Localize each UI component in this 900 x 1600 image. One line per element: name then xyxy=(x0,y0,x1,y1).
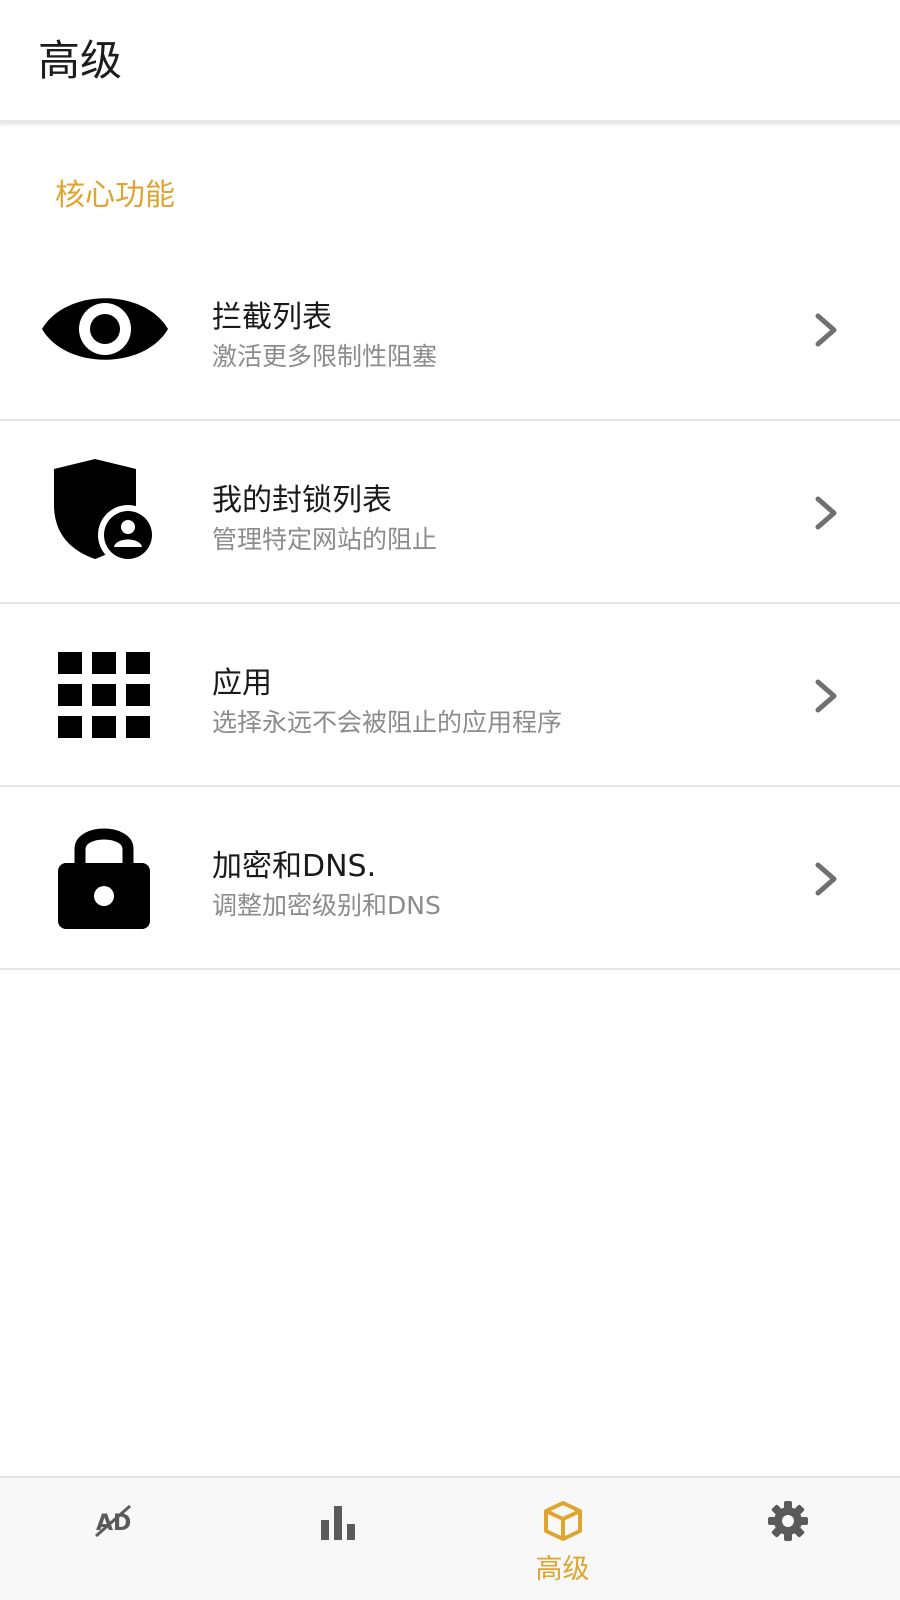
list-item-apps[interactable]: 应用 选择永远不会被阻止的应用程序 xyxy=(0,604,900,787)
box-icon xyxy=(542,1500,584,1542)
advanced-screen: 高级 核心功能 拦截列表 激活更多限制性阻塞 我的封锁列表 管理特定网站的阻止 … xyxy=(0,0,900,1600)
lock-icon xyxy=(40,828,170,929)
list-item-title: 拦截列表 xyxy=(212,300,332,335)
app-bar: 高级 xyxy=(0,0,900,124)
list-item-subtitle: 激活更多限制性阻塞 xyxy=(212,342,438,371)
feature-list: 拦截列表 激活更多限制性阻塞 我的封锁列表 管理特定网站的阻止 应用 选择永远不… xyxy=(0,238,900,970)
list-item-subtitle: 选择永远不会被阻止的应用程序 xyxy=(212,708,563,737)
gear-icon xyxy=(767,1500,809,1542)
section-header-core-features: 核心功能 xyxy=(55,178,175,213)
list-item-title: 加密和DNS. xyxy=(212,849,377,884)
chevron-right-icon xyxy=(812,495,842,531)
list-item-subtitle: 管理特定网站的阻止 xyxy=(212,525,438,554)
nav-item-adblock[interactable]: AD xyxy=(0,1478,225,1600)
list-item-encryption-dns[interactable]: 加密和DNS. 调整加密级别和DNS xyxy=(0,787,900,970)
stats-bar-icon xyxy=(317,1500,359,1542)
list-item-my-blocklist[interactable]: 我的封锁列表 管理特定网站的阻止 xyxy=(0,421,900,604)
ad-block-icon: AD xyxy=(92,1500,134,1542)
list-item-blocklists[interactable]: 拦截列表 激活更多限制性阻塞 xyxy=(0,238,900,421)
nav-item-advanced[interactable]: 高级 xyxy=(450,1478,675,1600)
page-title: 高级 xyxy=(38,36,123,85)
chevron-right-icon xyxy=(812,678,842,714)
list-item-subtitle: 调整加密级别和DNS xyxy=(212,891,441,920)
shield-user-icon xyxy=(40,459,170,559)
nav-item-statistics[interactable] xyxy=(225,1478,450,1600)
nav-label-advanced: 高级 xyxy=(535,1554,590,1585)
list-item-title: 应用 xyxy=(212,666,272,701)
chevron-right-icon xyxy=(812,861,842,897)
bottom-navigation: AD 高级 xyxy=(0,1476,900,1600)
nav-item-settings[interactable] xyxy=(675,1478,900,1600)
list-item-title: 我的封锁列表 xyxy=(212,483,392,518)
apps-grid-icon xyxy=(40,650,170,740)
chevron-right-icon xyxy=(812,312,842,348)
eye-icon xyxy=(40,284,170,374)
